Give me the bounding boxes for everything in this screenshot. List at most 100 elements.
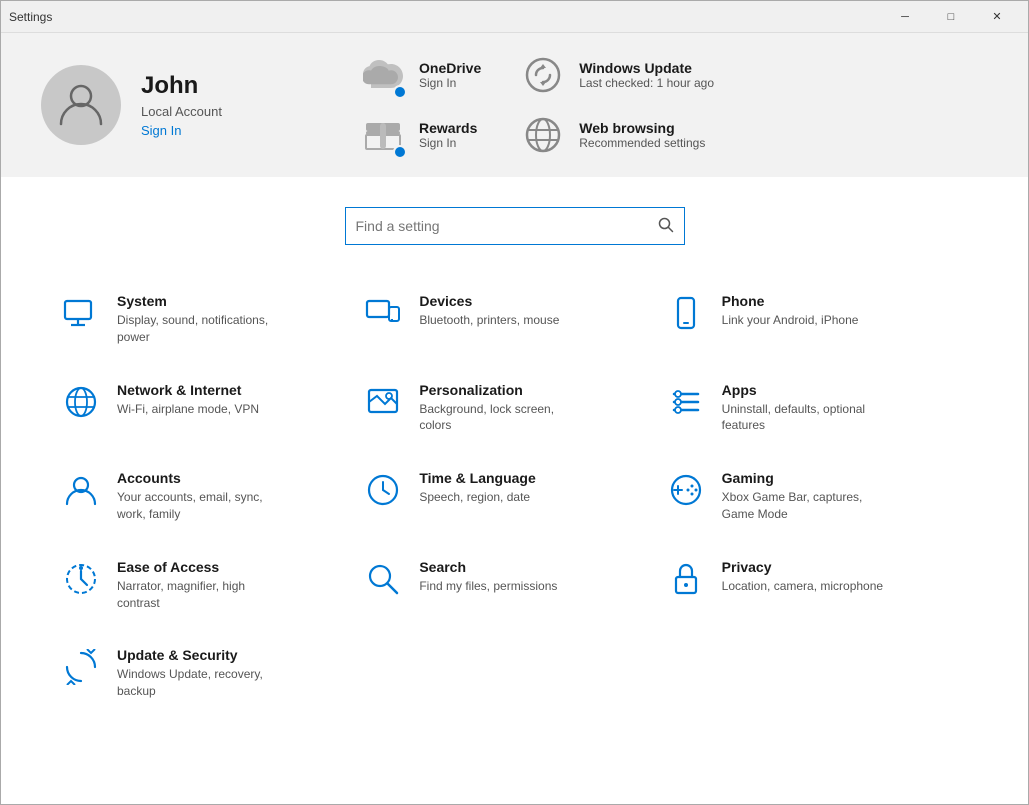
setting-devices[interactable]: Devices Bluetooth, printers, mouse <box>363 275 665 364</box>
privacy-icon <box>666 559 706 599</box>
windows-update-name: Windows Update <box>579 60 714 76</box>
web-browsing-icon <box>521 113 565 157</box>
search-icon <box>658 217 674 236</box>
minimize-button[interactable]: ─ <box>882 1 928 33</box>
rewards-name: Rewards <box>419 120 477 136</box>
windows-update-sub: Last checked: 1 hour ago <box>579 76 714 90</box>
onedrive-status-dot <box>393 85 407 99</box>
header: John Local Account Sign In OneDrive Sign… <box>1 33 1028 177</box>
network-desc: Wi-Fi, airplane mode, VPN <box>117 401 259 418</box>
accounts-title: Accounts <box>117 470 287 486</box>
setting-accounts[interactable]: Accounts Your accounts, email, sync, wor… <box>61 452 363 541</box>
profile-name: John <box>141 72 222 100</box>
system-desc: Display, sound, notifications, power <box>117 312 287 346</box>
setting-phone[interactable]: Phone Link your Android, iPhone <box>666 275 968 364</box>
network-icon <box>61 382 101 422</box>
rewards-service[interactable]: Rewards Sign In <box>361 113 481 157</box>
setting-privacy[interactable]: Privacy Location, camera, microphone <box>666 541 968 630</box>
setting-gaming[interactable]: Gaming Xbox Game Bar, captures, Game Mod… <box>666 452 968 541</box>
privacy-text: Privacy Location, camera, microphone <box>722 559 883 595</box>
service-col-left: OneDrive Sign In Rewards Si <box>361 53 481 157</box>
onedrive-sub: Sign In <box>419 76 481 90</box>
time-language-desc: Speech, region, date <box>419 489 535 506</box>
services-section: OneDrive Sign In Rewards Si <box>361 53 988 157</box>
gaming-text: Gaming Xbox Game Bar, captures, Game Mod… <box>722 470 892 523</box>
ease-of-access-desc: Narrator, magnifier, high contrast <box>117 578 287 612</box>
time-language-text: Time & Language Speech, region, date <box>419 470 535 506</box>
windows-update-service[interactable]: Windows Update Last checked: 1 hour ago <box>521 53 714 97</box>
time-language-icon <box>363 470 403 510</box>
search-setting-icon <box>363 559 403 599</box>
setting-system[interactable]: System Display, sound, notifications, po… <box>61 275 363 364</box>
system-text: System Display, sound, notifications, po… <box>117 293 287 346</box>
maximize-button[interactable]: □ <box>928 1 974 33</box>
accounts-text: Accounts Your accounts, email, sync, wor… <box>117 470 287 523</box>
network-text: Network & Internet Wi-Fi, airplane mode,… <box>117 382 259 418</box>
devices-icon <box>363 293 403 333</box>
personalization-title: Personalization <box>419 382 589 398</box>
onedrive-icon <box>361 53 405 97</box>
setting-time-language[interactable]: Time & Language Speech, region, date <box>363 452 665 541</box>
onedrive-service[interactable]: OneDrive Sign In <box>361 53 481 97</box>
accounts-desc: Your accounts, email, sync, work, family <box>117 489 287 523</box>
phone-title: Phone <box>722 293 859 309</box>
devices-text: Devices Bluetooth, printers, mouse <box>419 293 559 329</box>
gaming-title: Gaming <box>722 470 892 486</box>
rewards-text: Rewards Sign In <box>419 120 477 150</box>
profile-signin-link[interactable]: Sign In <box>141 123 222 138</box>
system-title: System <box>117 293 287 309</box>
setting-update-security[interactable]: Update & Security Windows Update, recove… <box>61 629 363 718</box>
titlebar-controls: ─ □ ✕ <box>882 1 1020 33</box>
search-desc: Find my files, permissions <box>419 578 557 595</box>
service-col-right: Windows Update Last checked: 1 hour ago … <box>521 53 714 157</box>
accounts-icon <box>61 470 101 510</box>
apps-text: Apps Uninstall, defaults, optional featu… <box>722 382 892 435</box>
ease-of-access-text: Ease of Access Narrator, magnifier, high… <box>117 559 287 612</box>
gaming-desc: Xbox Game Bar, captures, Game Mode <box>722 489 892 523</box>
ease-of-access-title: Ease of Access <box>117 559 287 575</box>
search-box <box>345 207 685 245</box>
update-security-desc: Windows Update, recovery, backup <box>117 666 287 700</box>
devices-desc: Bluetooth, printers, mouse <box>419 312 559 329</box>
rewards-status-dot <box>393 145 407 159</box>
user-avatar-icon <box>56 78 106 133</box>
personalization-icon <box>363 382 403 422</box>
titlebar-title: Settings <box>9 10 52 24</box>
profile-account-type: Local Account <box>141 104 222 119</box>
setting-search[interactable]: Search Find my files, permissions <box>363 541 665 630</box>
profile-info: John Local Account Sign In <box>141 72 222 138</box>
time-language-title: Time & Language <box>419 470 535 486</box>
phone-desc: Link your Android, iPhone <box>722 312 859 329</box>
privacy-title: Privacy <box>722 559 883 575</box>
setting-apps[interactable]: Apps Uninstall, defaults, optional featu… <box>666 364 968 453</box>
web-browsing-name: Web browsing <box>579 120 705 136</box>
search-text: Search Find my files, permissions <box>419 559 557 595</box>
system-icon <box>61 293 101 333</box>
windows-update-text: Windows Update Last checked: 1 hour ago <box>579 60 714 90</box>
web-browsing-text: Web browsing Recommended settings <box>579 120 705 150</box>
setting-personalization[interactable]: Personalization Background, lock screen,… <box>363 364 665 453</box>
rewards-sub: Sign In <box>419 136 477 150</box>
phone-text: Phone Link your Android, iPhone <box>722 293 859 329</box>
apps-title: Apps <box>722 382 892 398</box>
web-browsing-service[interactable]: Web browsing Recommended settings <box>521 113 714 157</box>
profile-section: John Local Account Sign In <box>41 65 321 145</box>
setting-ease-of-access[interactable]: Ease of Access Narrator, magnifier, high… <box>61 541 363 630</box>
apps-desc: Uninstall, defaults, optional features <box>722 401 892 435</box>
devices-title: Devices <box>419 293 559 309</box>
rewards-icon <box>361 113 405 157</box>
gaming-icon <box>666 470 706 510</box>
apps-icon <box>666 382 706 422</box>
setting-network[interactable]: Network & Internet Wi-Fi, airplane mode,… <box>61 364 363 453</box>
close-button[interactable]: ✕ <box>974 1 1020 33</box>
windows-update-icon <box>521 53 565 97</box>
phone-icon <box>666 293 706 333</box>
avatar <box>41 65 121 145</box>
search-section <box>1 177 1028 275</box>
onedrive-text: OneDrive Sign In <box>419 60 481 90</box>
web-browsing-sub: Recommended settings <box>579 136 705 150</box>
personalization-text: Personalization Background, lock screen,… <box>419 382 589 435</box>
update-security-text: Update & Security Windows Update, recove… <box>117 647 287 700</box>
update-security-icon <box>61 647 101 687</box>
search-input[interactable] <box>356 218 658 234</box>
